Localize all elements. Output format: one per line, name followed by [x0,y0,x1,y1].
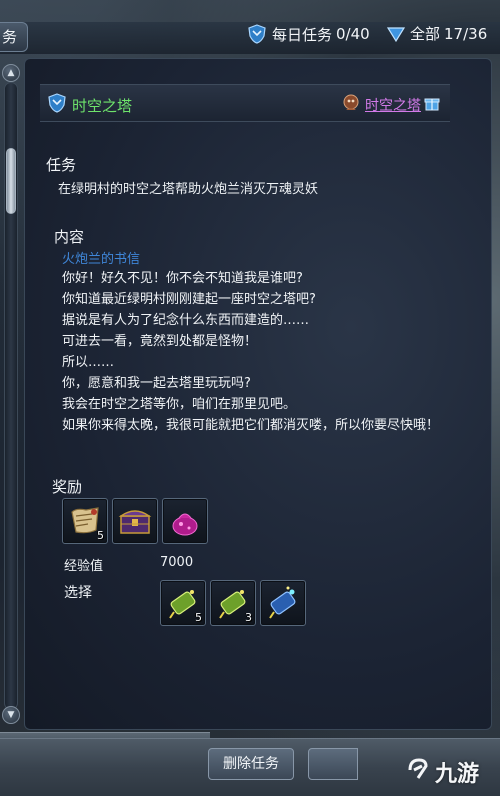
task-description: 在绿明村的时空之塔帮助火炮兰消灭万魂灵妖 [58,182,319,197]
content-line: 如果你来得太晚，我很可能就把它们都消灭喽，所以你要尽快哦！ [62,418,440,433]
gift-icon [424,95,440,115]
reward-slot-bag[interactable] [162,498,208,544]
quest-title: 时空之塔 [72,96,133,115]
quest-location-link[interactable]: 时空之塔 [365,95,421,115]
item-count: 3 [245,611,252,624]
total-quest-label: 全部 [410,25,441,43]
reward-slot-scroll[interactable]: 5 [62,498,108,544]
shield-icon [246,23,268,45]
daily-quest-count: 0/40 [336,25,370,43]
content-line: 你，愿意和我一起去塔里玩玩吗? [62,376,251,391]
scroll-thumb[interactable] [6,148,16,214]
quest-location-group[interactable]: 时空之塔 [340,92,440,118]
content-line: 你好！好久不见！你不会不知道我是谁吧? [62,271,303,286]
item-count: 5 [97,529,104,542]
content-line: 可进去一看，竟然到处都是怪物！ [62,334,258,349]
choice-slot-1[interactable]: 5 [160,580,206,626]
exp-label: 经验值 [64,559,104,574]
watermark-logo: 九游 [406,756,479,788]
choice-slot-2[interactable]: 3 [210,580,256,626]
scroll-down-button[interactable]: ▼ [2,706,20,724]
reward-section-label: 奖励 [52,478,83,496]
task-section-label: 任务 [46,156,77,174]
content-line: 所以…… [62,355,115,370]
content-line: 你知道最近绿明村刚刚建起一座时空之塔吧? [62,292,316,307]
total-quest-counter[interactable]: 全部 17/36 [386,23,487,44]
treasure-chest-icon [118,510,152,534]
chevron-down-icon [386,24,406,44]
daily-quest-label: 每日任务 [272,25,333,44]
quest-top-bar: 务 每日任务 0/40 全部 17/36 [0,22,500,54]
left-tab[interactable]: 务 [0,22,28,52]
item-count: 5 [195,611,202,624]
npc-portrait-icon [340,92,362,118]
quest-content-text: 你好！好久不见！你不会不知道我是谁吧? 你知道最近绿明村刚刚建起一座时空之塔吧?… [62,268,462,436]
blue-firework-icon [269,586,296,619]
letter-title: 火炮兰的书信 [62,252,141,267]
exp-value: 7000 [160,555,194,570]
delete-quest-button[interactable]: 删除任务 [208,748,294,780]
daily-quest-counter[interactable]: 每日任务 0/40 [246,23,370,45]
secondary-button[interactable] [308,748,358,780]
content-section-label: 内容 [54,228,85,246]
quest-header-title-group: 时空之塔 [46,92,132,118]
pink-bag-icon [172,513,198,536]
content-line: 我会在时空之塔等你，咱们在那里见吧。 [62,397,297,412]
quest-category-icon [46,92,68,118]
nine-game-logo-icon [406,756,432,788]
content-line: 据说是有人为了纪念什么东西而建造的…… [62,313,310,328]
quest-list-scrollbar[interactable]: ▲ ▼ [0,60,22,730]
scroll-up-button[interactable]: ▲ [2,64,20,82]
reward-slot-chest[interactable] [112,498,158,544]
choice-label: 选择 [64,585,92,601]
watermark-text: 九游 [435,762,480,787]
total-quest-count: 17/36 [444,24,488,43]
choice-slot-3[interactable] [260,580,306,626]
